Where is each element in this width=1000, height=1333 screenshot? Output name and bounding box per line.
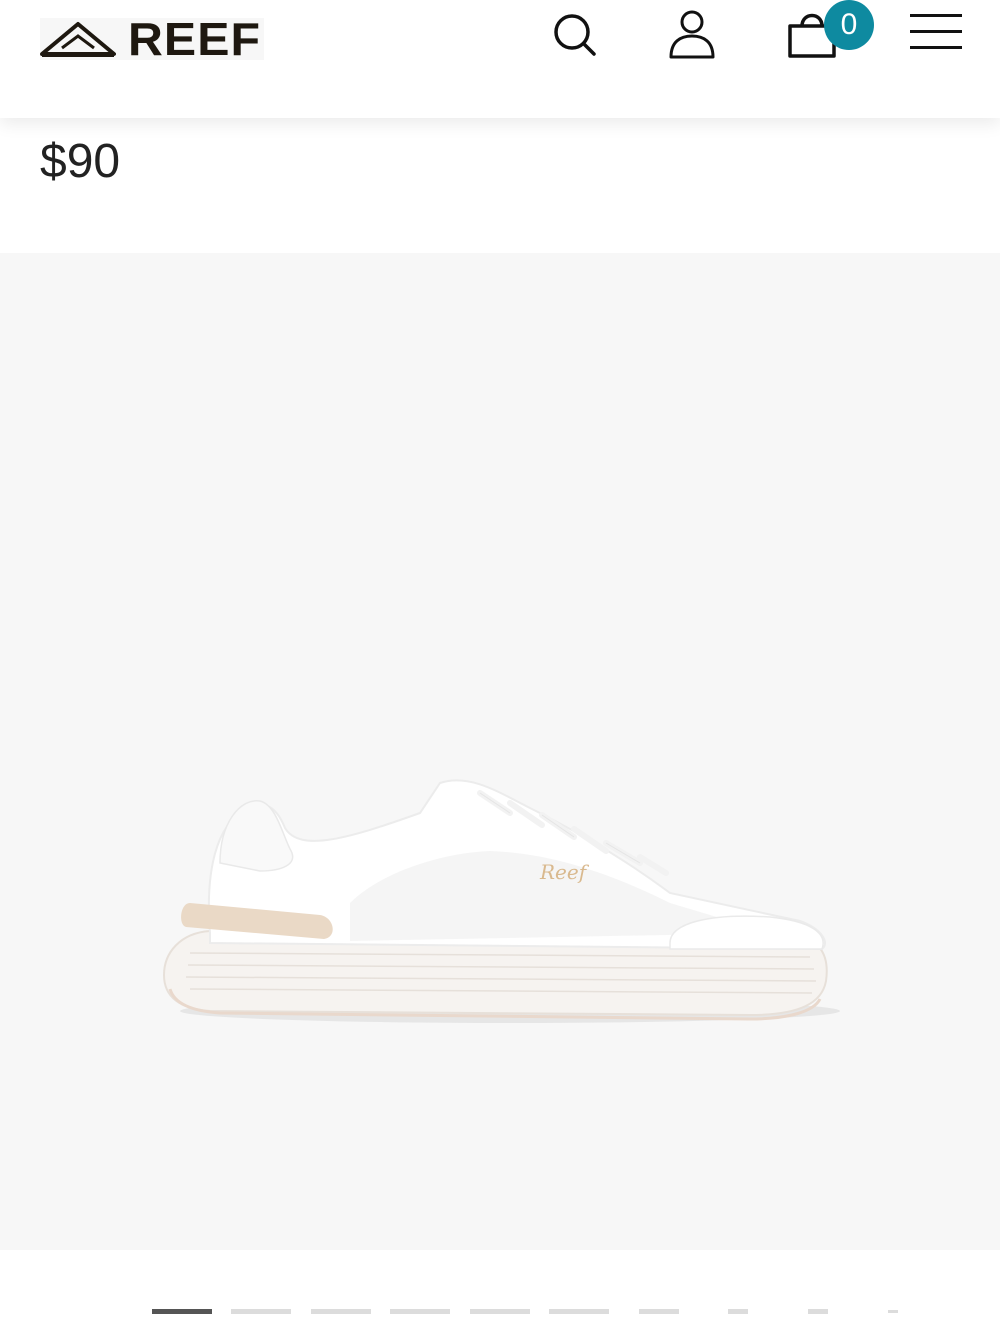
search-button[interactable]	[548, 8, 600, 60]
image-carousel-pagination	[0, 1300, 1000, 1324]
hamburger-menu-icon	[910, 14, 962, 49]
site-header: REEF 0	[0, 0, 1000, 118]
product-image-gallery[interactable]: Reef	[0, 253, 1000, 1250]
shoe-logo-text: Reef	[539, 860, 590, 884]
menu-button[interactable]	[906, 10, 966, 54]
account-button[interactable]	[664, 6, 720, 62]
carousel-dot[interactable]	[808, 1309, 828, 1314]
search-icon	[554, 14, 596, 56]
carousel-dot[interactable]	[231, 1309, 291, 1314]
account-icon	[669, 10, 715, 59]
product-price: $90	[40, 135, 121, 188]
reef-logo[interactable]: REEF	[40, 13, 264, 65]
carousel-dot[interactable]	[311, 1309, 371, 1314]
carousel-dot[interactable]	[152, 1309, 212, 1314]
product-image-white-sneaker: Reef	[162, 779, 840, 1023]
carousel-dot[interactable]	[390, 1309, 450, 1314]
carousel-dot[interactable]	[470, 1309, 530, 1314]
cart-button[interactable]: 0	[784, 0, 880, 64]
carousel-dot[interactable]	[639, 1309, 679, 1314]
reef-mountain-logo-icon	[40, 22, 116, 57]
brand-name: REEF	[128, 13, 262, 65]
carousel-dot[interactable]	[728, 1309, 748, 1314]
carousel-dot[interactable]	[888, 1310, 898, 1313]
carousel-dot[interactable]	[549, 1309, 609, 1314]
cart-count-badge: 0	[824, 0, 874, 50]
